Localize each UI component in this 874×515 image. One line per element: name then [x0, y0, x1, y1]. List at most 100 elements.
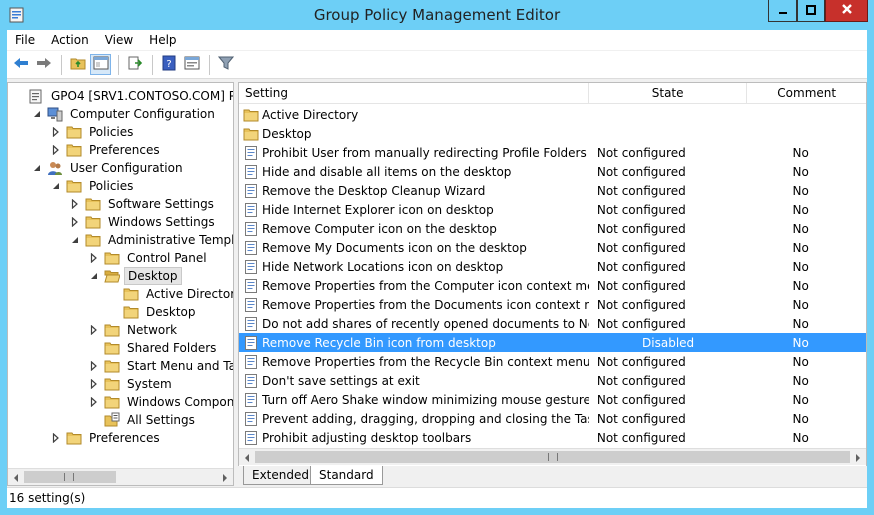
tree-collapsed-arrow-icon[interactable] [88, 252, 100, 264]
list-header: Setting State Comment [239, 83, 866, 104]
list-horizontal-scrollbar[interactable] [239, 448, 866, 465]
close-button[interactable] [825, 0, 868, 22]
tree-node[interactable]: User Configuration [31, 159, 186, 177]
tree-collapsed-arrow-icon[interactable] [50, 126, 62, 138]
menu-view[interactable]: View [97, 33, 141, 47]
tree-collapsed-arrow-icon[interactable] [88, 396, 100, 408]
settings-list[interactable]: Setting State Comment Active Directory De… [238, 82, 867, 486]
list-row[interactable]: Do not add shares of recently opened doc… [239, 314, 866, 333]
tree-node[interactable]: All Settings [88, 411, 198, 429]
list-row[interactable]: Desktop [239, 124, 866, 143]
cell-comment: No [792, 240, 809, 255]
tree-node[interactable]: Network [88, 321, 180, 339]
scroll-left-arrow-icon[interactable] [12, 472, 20, 485]
list-row[interactable]: Hide Internet Explorer icon on desktop No… [239, 200, 866, 219]
cell-state: Not configured [596, 316, 686, 331]
up-one-level-button[interactable] [67, 54, 88, 75]
scroll-left-arrow-icon[interactable] [243, 452, 251, 466]
tree-horizontal-scrollbar[interactable] [8, 468, 233, 485]
tree-node[interactable]: Windows Settings [69, 213, 218, 231]
tree-node-label: All Settings [127, 413, 195, 427]
client-area: File Action View Help ? GPO4 [SRV1.CONTO… [7, 30, 867, 508]
tree-collapsed-arrow-icon[interactable] [69, 216, 81, 228]
list-scroll-thumb[interactable] [255, 451, 850, 463]
tree-collapsed-arrow-icon[interactable] [69, 198, 81, 210]
maximize-icon [806, 4, 816, 18]
tree-node[interactable]: Preferences [50, 141, 163, 159]
list-row[interactable]: Don't save settings at exit Not configure… [239, 371, 866, 390]
tree-node[interactable]: System [88, 375, 175, 393]
help-button[interactable]: ? [158, 54, 179, 75]
tree-expanded-arrow-icon[interactable] [88, 270, 100, 282]
tree-node[interactable]: Desktop [88, 267, 182, 285]
list-row[interactable]: Turn off Aero Shake window minimizing mo… [239, 390, 866, 409]
tree-node-label: Software Settings [108, 197, 214, 211]
tree-node-label: Control Panel [127, 251, 207, 265]
tree-node[interactable]: Computer Configuration [31, 105, 218, 123]
tree-scroll-thumb[interactable] [24, 471, 116, 483]
toolbar-separator [209, 54, 210, 75]
gpo-scroll-icon [28, 88, 44, 104]
scroll-right-arrow-icon[interactable] [221, 472, 229, 485]
list-row[interactable]: Remove Properties from the Computer icon… [239, 276, 866, 295]
tree-collapsed-arrow-icon[interactable] [50, 432, 62, 444]
column-header-comment[interactable]: Comment [747, 83, 866, 104]
tree-collapsed-arrow-icon[interactable] [88, 324, 100, 336]
maximize-button[interactable] [797, 0, 825, 22]
list-row[interactable]: Remove Computer icon on the desktop Not c… [239, 219, 866, 238]
menu-help[interactable]: Help [141, 33, 184, 47]
forward-button[interactable] [33, 54, 54, 75]
column-header-state[interactable]: State [589, 83, 748, 104]
list-row[interactable]: Remove My Documents icon on the desktop N… [239, 238, 866, 257]
list-row[interactable]: Prohibit User from manually redirecting … [239, 143, 866, 162]
setting-name: Don't save settings at exit [262, 373, 420, 388]
back-button[interactable] [10, 54, 31, 75]
tree-expanded-arrow-icon[interactable] [31, 108, 43, 120]
list-row[interactable]: Active Directory [239, 105, 866, 124]
list-row[interactable]: Remove the Desktop Cleanup Wizard Not con… [239, 181, 866, 200]
properties-button[interactable] [181, 54, 202, 75]
menu-file[interactable]: File [7, 33, 43, 47]
tree-collapsed-arrow-icon[interactable] [88, 360, 100, 372]
tree-node[interactable]: Software Settings [69, 195, 217, 213]
tab-extended[interactable]: Extended [243, 466, 318, 485]
tree-node[interactable]: Start Menu and Taskbar [88, 357, 233, 375]
tree-expanded-arrow-icon[interactable] [31, 162, 43, 174]
tree-node[interactable]: Control Panel [88, 249, 210, 267]
scroll-right-arrow-icon[interactable] [854, 452, 862, 466]
tree-collapsed-arrow-icon[interactable] [50, 144, 62, 156]
policy-setting-icon [243, 164, 259, 180]
tree-node[interactable]: GPO4 [SRV1.CONTOSO.COM] Policy [12, 87, 233, 105]
list-row[interactable]: Remove Properties from the Recycle Bin c… [239, 352, 866, 371]
filter-button[interactable] [215, 54, 236, 75]
tree-node[interactable]: Desktop [107, 303, 199, 321]
list-row[interactable]: Hide Network Locations icon on desktop No… [239, 257, 866, 276]
tree-node[interactable]: Policies [50, 177, 136, 195]
menu-action[interactable]: Action [43, 33, 97, 47]
tree-node-label: Windows Components [127, 395, 234, 409]
list-row[interactable]: Remove Recycle Bin icon from desktop Disa… [239, 333, 866, 352]
tree-collapsed-arrow-icon[interactable] [88, 378, 100, 390]
list-row[interactable]: Remove Properties from the Documents ico… [239, 295, 866, 314]
title-bar[interactable]: Group Policy Management Editor [0, 0, 874, 30]
tree-node[interactable]: Administrative Templates: [69, 231, 233, 249]
tree-node[interactable]: Windows Components [88, 393, 234, 411]
tree-node[interactable]: Active Directory [107, 285, 233, 303]
console-tree[interactable]: GPO4 [SRV1.CONTOSO.COM] Policy Computer C… [7, 82, 234, 486]
tree-node[interactable]: Preferences [50, 429, 163, 447]
export-list-button[interactable] [124, 54, 145, 75]
filter-funnel-icon [217, 55, 234, 74]
show-hide-console-tree-button[interactable] [90, 54, 111, 75]
tree-expanded-arrow-icon[interactable] [50, 180, 62, 192]
tab-standard[interactable]: Standard [310, 466, 383, 485]
list-row[interactable]: Hide and disable all items on the deskto… [239, 162, 866, 181]
column-header-setting[interactable]: Setting [239, 83, 589, 104]
minimize-button[interactable] [768, 0, 797, 22]
svg-text:?: ? [166, 59, 171, 70]
tree-expanded-arrow-icon[interactable] [69, 234, 81, 246]
list-row[interactable]: Prevent adding, dragging, dropping and c… [239, 409, 866, 428]
list-row[interactable]: Prohibit adjusting desktop toolbars Not c… [239, 428, 866, 447]
tree-node-label: Shared Folders [127, 341, 217, 355]
tree-node[interactable]: Policies [50, 123, 136, 141]
tree-node[interactable]: Shared Folders [88, 339, 219, 357]
